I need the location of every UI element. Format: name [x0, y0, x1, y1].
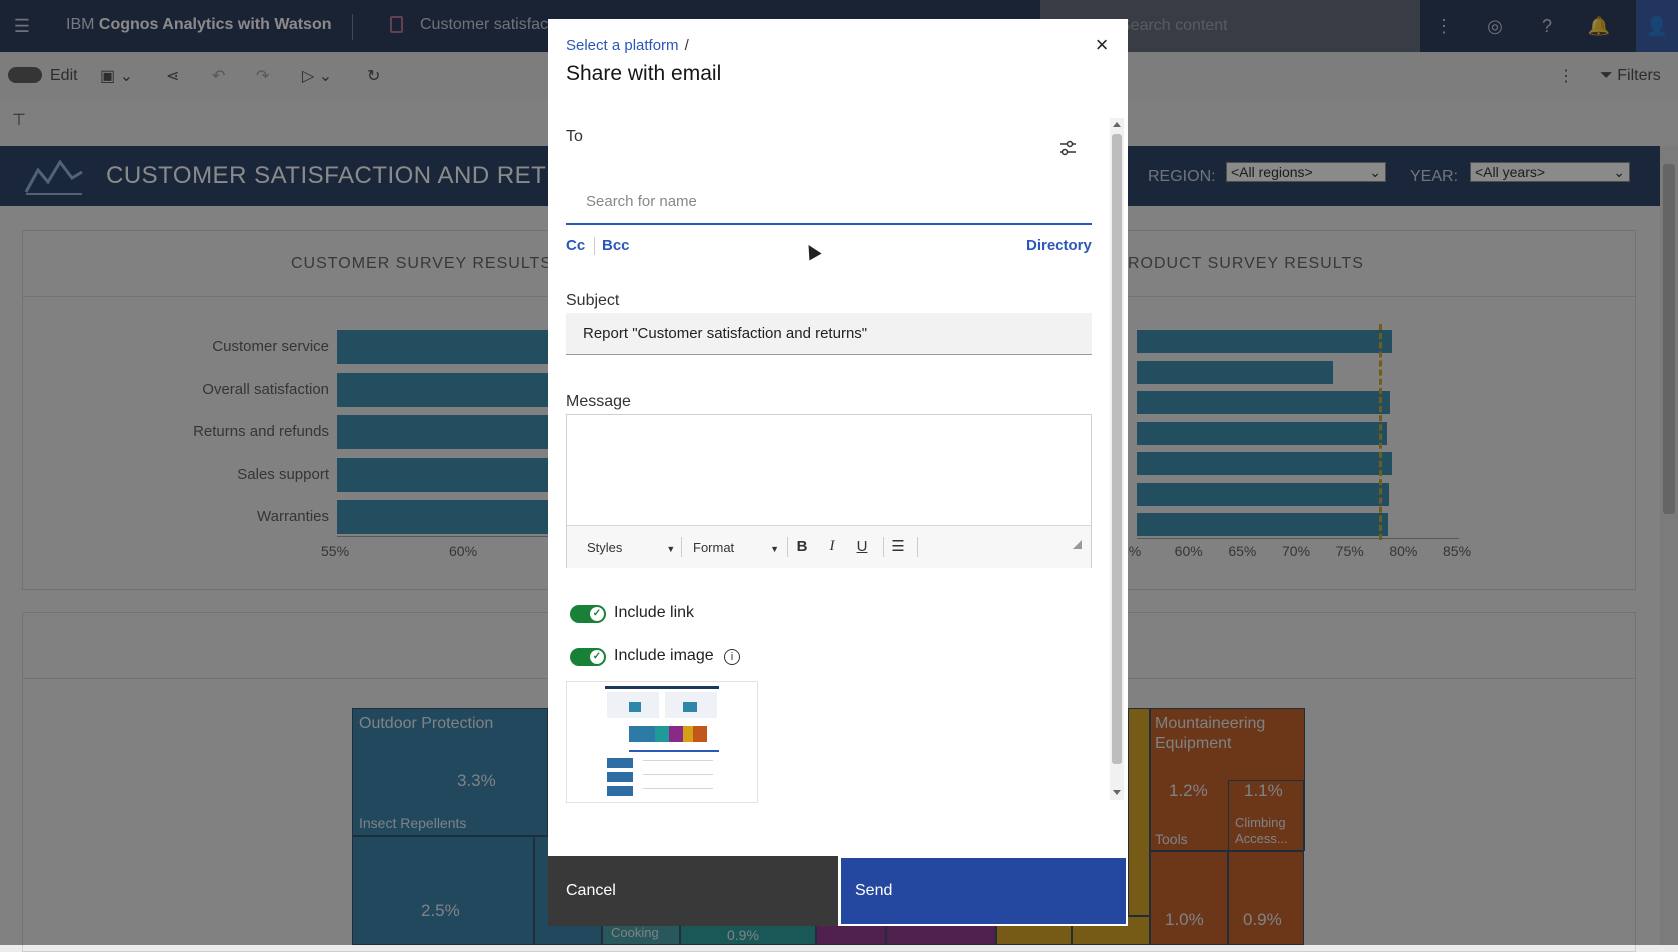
include-image-label: Include image [614, 647, 714, 664]
recipient-search-input[interactable] [566, 179, 1092, 225]
include-link-label: Include link [614, 604, 695, 621]
scroll-up-icon[interactable] [1113, 122, 1121, 127]
dialog-title: Share with email [566, 62, 722, 85]
scrollbar-thumb[interactable] [1112, 134, 1122, 764]
bold-button[interactable]: B [791, 538, 813, 555]
bcc-link[interactable]: Bcc [602, 237, 630, 254]
caret-down-icon: ▼ [770, 544, 780, 554]
editor-toolbar: Styles ▼ Format ▼ B I U ☰ [567, 525, 1091, 568]
subject-input[interactable] [566, 313, 1092, 355]
to-label: To [566, 128, 583, 145]
numbered-list-icon[interactable]: ☰ [887, 537, 909, 555]
divider [883, 537, 884, 557]
include-link-toggle[interactable] [570, 605, 606, 623]
cancel-button[interactable]: Cancel [548, 856, 838, 926]
recipient-options-icon[interactable] [1058, 139, 1078, 157]
caret-down-icon: ▼ [666, 544, 676, 554]
scroll-down-icon[interactable] [1113, 790, 1121, 795]
styles-dropdown[interactable]: Styles ▼ [587, 540, 675, 555]
breadcrumb-separator: / [684, 37, 689, 54]
format-dropdown[interactable]: Format ▼ [693, 540, 779, 555]
info-icon[interactable]: i [724, 649, 740, 665]
report-thumbnail-image [605, 686, 719, 796]
dialog-scrollbar[interactable] [1110, 118, 1124, 800]
close-icon[interactable]: × [1090, 33, 1114, 57]
message-editor[interactable]: Styles ▼ Format ▼ B I U ☰ [566, 414, 1092, 568]
divider [917, 537, 918, 557]
cc-link[interactable]: Cc [566, 237, 585, 254]
divider [594, 237, 595, 255]
underline-button[interactable]: U [851, 538, 873, 555]
directory-link[interactable]: Directory [1026, 237, 1092, 254]
italic-button[interactable]: I [821, 538, 843, 555]
report-image-preview [566, 681, 758, 803]
divider [787, 537, 788, 557]
message-label: Message [566, 393, 631, 410]
send-button[interactable]: Send [839, 856, 1128, 926]
divider [681, 537, 682, 557]
breadcrumb: Select a platform / [566, 37, 689, 54]
share-email-dialog: Select a platform / Share with email × To… [548, 19, 1128, 926]
include-image-toggle[interactable] [570, 648, 606, 666]
subject-label: Subject [566, 292, 620, 309]
breadcrumb-select-platform[interactable]: Select a platform [566, 37, 679, 54]
resize-handle-icon[interactable] [1073, 540, 1082, 549]
